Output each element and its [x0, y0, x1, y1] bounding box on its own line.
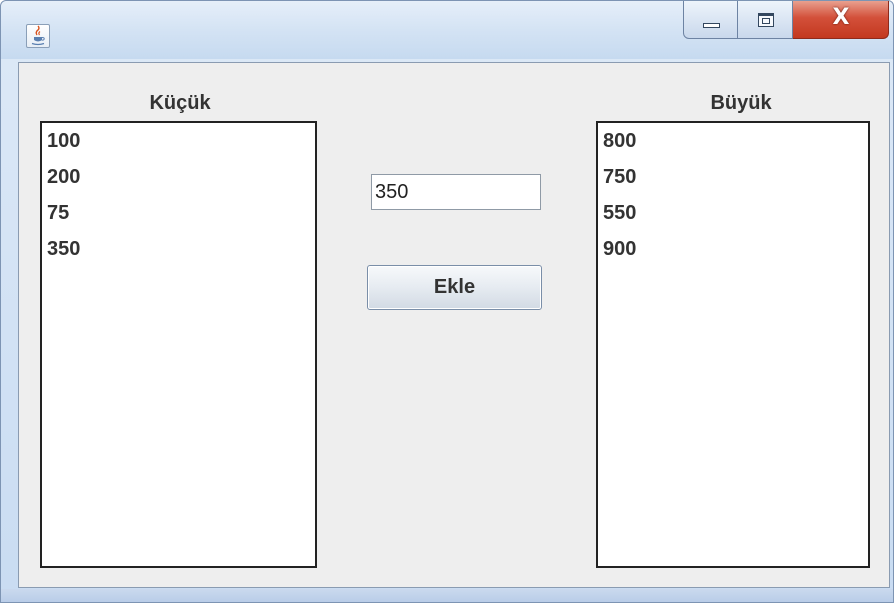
list-item[interactable]: 350	[47, 238, 315, 274]
list-item[interactable]: 800	[603, 130, 868, 166]
title-bar: X	[1, 1, 893, 59]
list-item[interactable]: 200	[47, 166, 315, 202]
minimize-button[interactable]	[683, 1, 738, 39]
close-icon: X	[832, 5, 850, 30]
window-controls: X	[683, 1, 891, 41]
large-list-label: Büyük	[710, 92, 772, 114]
close-button[interactable]: X	[793, 1, 889, 39]
small-list-label: Küçük	[149, 92, 211, 114]
list-item[interactable]: 75	[47, 202, 315, 238]
maximize-button[interactable]	[738, 1, 793, 39]
list-item[interactable]: 550	[603, 202, 868, 238]
number-input[interactable]	[371, 174, 541, 210]
maximize-icon	[758, 13, 774, 27]
small-numbers-list[interactable]: 100 200 75 350	[40, 121, 317, 568]
list-item[interactable]: 900	[603, 238, 868, 274]
window-bottom-frame	[1, 589, 893, 602]
list-item[interactable]: 750	[603, 166, 868, 202]
minimize-icon	[703, 23, 720, 28]
large-numbers-list[interactable]: 800 750 550 900	[596, 121, 870, 568]
add-button[interactable]: Ekle	[367, 265, 542, 310]
java-cup-icon[interactable]	[26, 24, 50, 48]
list-item[interactable]: 100	[47, 130, 315, 166]
